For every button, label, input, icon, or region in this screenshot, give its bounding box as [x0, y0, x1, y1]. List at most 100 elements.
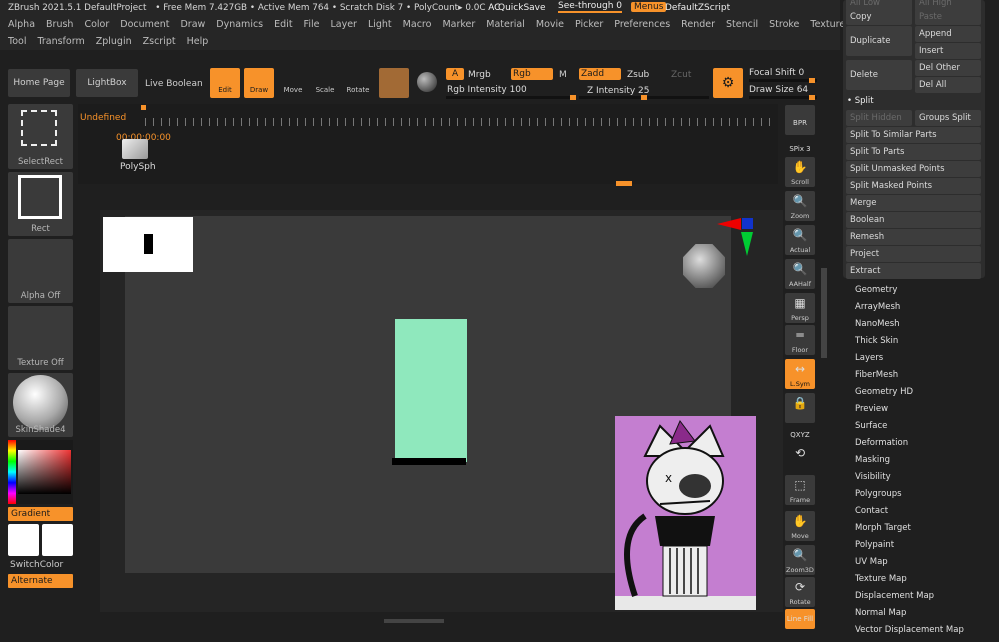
delete-button[interactable]: Delete [846, 60, 912, 90]
subpalette-masking[interactable]: Masking [855, 455, 964, 472]
right-tool-12[interactable]: ⬚ Frame [785, 475, 815, 505]
polysphere-thumbnail[interactable] [122, 139, 148, 159]
quicksave-button[interactable]: QuickSave [498, 3, 546, 13]
rotate-button[interactable]: Rotate [343, 68, 373, 98]
zcut-toggle[interactable]: Zcut [671, 70, 691, 80]
subpalette-uv-map[interactable]: UV Map [855, 557, 964, 574]
right-tool-15[interactable]: ⟳ Rotate [785, 577, 815, 607]
color-sphere-icon[interactable] [417, 72, 437, 92]
subpalette-contact[interactable]: Contact [855, 506, 964, 523]
menu-render[interactable]: Render [681, 19, 715, 30]
subpalette-polypaint[interactable]: Polypaint [855, 540, 964, 557]
subpalette-polygroups[interactable]: Polygroups [855, 489, 964, 506]
color-picker[interactable] [8, 440, 73, 504]
copy-button[interactable]: Copy [846, 9, 912, 25]
right-tool-5[interactable]: 🔍 AAHalf [785, 259, 815, 289]
draw-size-slider[interactable]: Draw Size 64 [749, 85, 808, 95]
menu-movie[interactable]: Movie [536, 19, 564, 30]
split-unmasked-button[interactable]: Split Unmasked Points [846, 161, 981, 177]
m-toggle[interactable]: M [559, 70, 567, 80]
right-tool-3[interactable]: 🔍 Zoom [785, 191, 815, 221]
subpalette-texture-map[interactable]: Texture Map [855, 574, 964, 591]
boolean-section[interactable]: Boolean [846, 212, 981, 228]
subpalette-preview[interactable]: Preview [855, 404, 964, 421]
live-boolean-button[interactable]: Live Boolean [145, 79, 203, 89]
right-tool-2[interactable]: ✋ Scroll [785, 157, 815, 187]
subpalette-arraymesh[interactable]: ArrayMesh [855, 302, 964, 319]
draw-size-track[interactable] [749, 95, 817, 100]
rgb-intensity-track[interactable] [446, 95, 576, 100]
menu-brush[interactable]: Brush [46, 19, 73, 30]
material-swatch[interactable] [379, 68, 409, 98]
subpalette-surface[interactable]: Surface [855, 421, 964, 438]
menu-zplugin[interactable]: Zplugin [96, 36, 132, 47]
gradient-toggle[interactable]: Gradient [8, 507, 73, 521]
menu-alpha[interactable]: Alpha [8, 19, 35, 30]
focal-shift-slider[interactable]: Focal Shift 0 [749, 68, 804, 78]
menu-dynamics[interactable]: Dynamics [216, 19, 263, 30]
mesh-object[interactable] [395, 319, 467, 462]
shelf-scrollbar[interactable] [821, 268, 827, 358]
selectrect-tool[interactable]: SelectRect [8, 104, 73, 169]
del-all-button[interactable]: Del All [915, 77, 981, 93]
menu-texture[interactable]: Texture [810, 19, 845, 30]
right-tool-13[interactable]: ✋ Move [785, 511, 815, 541]
draw-button[interactable]: Draw [244, 68, 274, 98]
append-button[interactable]: Append [915, 26, 981, 42]
timeline-ruler[interactable] [145, 118, 775, 126]
brush-gear-icon[interactable]: ⚙ [713, 68, 743, 98]
right-tool-8[interactable]: ↔ L.Sym [785, 359, 815, 389]
menu-stroke[interactable]: Stroke [769, 19, 799, 30]
move-button[interactable]: Move [278, 68, 308, 98]
lightbox-button[interactable]: LightBox [76, 69, 138, 97]
mrgb-toggle[interactable]: Mrgb [468, 70, 491, 80]
rect-tool[interactable]: Rect [8, 172, 73, 236]
subpalette-geometry-hd[interactable]: Geometry HD [855, 387, 964, 404]
menu-transform[interactable]: Transform [37, 36, 84, 47]
split-similar-button[interactable]: Split To Similar Parts [846, 127, 981, 143]
subpalette-thick-skin[interactable]: Thick Skin [855, 336, 964, 353]
project-section[interactable]: Project [846, 246, 981, 262]
right-tool-11[interactable]: ⟲ [785, 443, 815, 460]
timeline-marker[interactable] [141, 105, 146, 110]
right-tool-10[interactable]: QXYZ [785, 425, 815, 441]
rgb-toggle[interactable]: Rgb [511, 68, 553, 80]
right-tool-6[interactable]: ▦ Persp [785, 293, 815, 323]
menu-layer[interactable]: Layer [330, 19, 357, 30]
merge-section[interactable]: Merge [846, 195, 981, 211]
subpalette-nanomesh[interactable]: NanoMesh [855, 319, 964, 336]
menu-macro[interactable]: Macro [403, 19, 432, 30]
menu-light[interactable]: Light [368, 19, 392, 30]
paste-button[interactable]: Paste [915, 9, 981, 25]
right-tool-4[interactable]: 🔍 Actual [785, 225, 815, 255]
scale-button[interactable]: Scale [310, 68, 340, 98]
menu-edit[interactable]: Edit [274, 19, 292, 30]
menu-file[interactable]: File [304, 19, 320, 30]
subpalette-deformation[interactable]: Deformation [855, 438, 964, 455]
saturation-square[interactable] [18, 450, 71, 494]
menu-color[interactable]: Color [84, 19, 109, 30]
edit-button[interactable]: Edit [210, 68, 240, 98]
texture-selector[interactable]: Texture Off [8, 306, 73, 370]
focal-shift-track[interactable] [749, 78, 817, 83]
zsub-toggle[interactable]: Zsub [627, 70, 649, 80]
navigation-thumbnail[interactable] [103, 217, 193, 272]
right-tool-1[interactable]: SPix 3 [785, 139, 815, 155]
subpalette-displacement-map[interactable]: Displacement Map [855, 591, 964, 608]
del-other-button[interactable]: Del Other [915, 60, 981, 76]
bottom-scroll-handle[interactable] [384, 619, 444, 623]
zadd-toggle[interactable]: Zadd [579, 68, 621, 80]
subpalette-normal-map[interactable]: Normal Map [855, 608, 964, 625]
menu-stencil[interactable]: Stencil [726, 19, 758, 30]
menu-preferences[interactable]: Preferences [614, 19, 670, 30]
right-tool-9[interactable]: 🔒 [785, 393, 815, 423]
menu-picker[interactable]: Picker [575, 19, 603, 30]
alpha-selector[interactable]: Alpha Off [8, 239, 73, 303]
subpalette-visibility[interactable]: Visibility [855, 472, 964, 489]
subpalette-fibermesh[interactable]: FiberMesh [855, 370, 964, 387]
menus-toggle[interactable]: Menus [631, 2, 667, 12]
secondary-color-swatch[interactable] [42, 524, 73, 556]
insert-button[interactable]: Insert [915, 43, 981, 59]
a-toggle[interactable]: A [446, 68, 465, 80]
menu-document[interactable]: Document [120, 19, 169, 30]
